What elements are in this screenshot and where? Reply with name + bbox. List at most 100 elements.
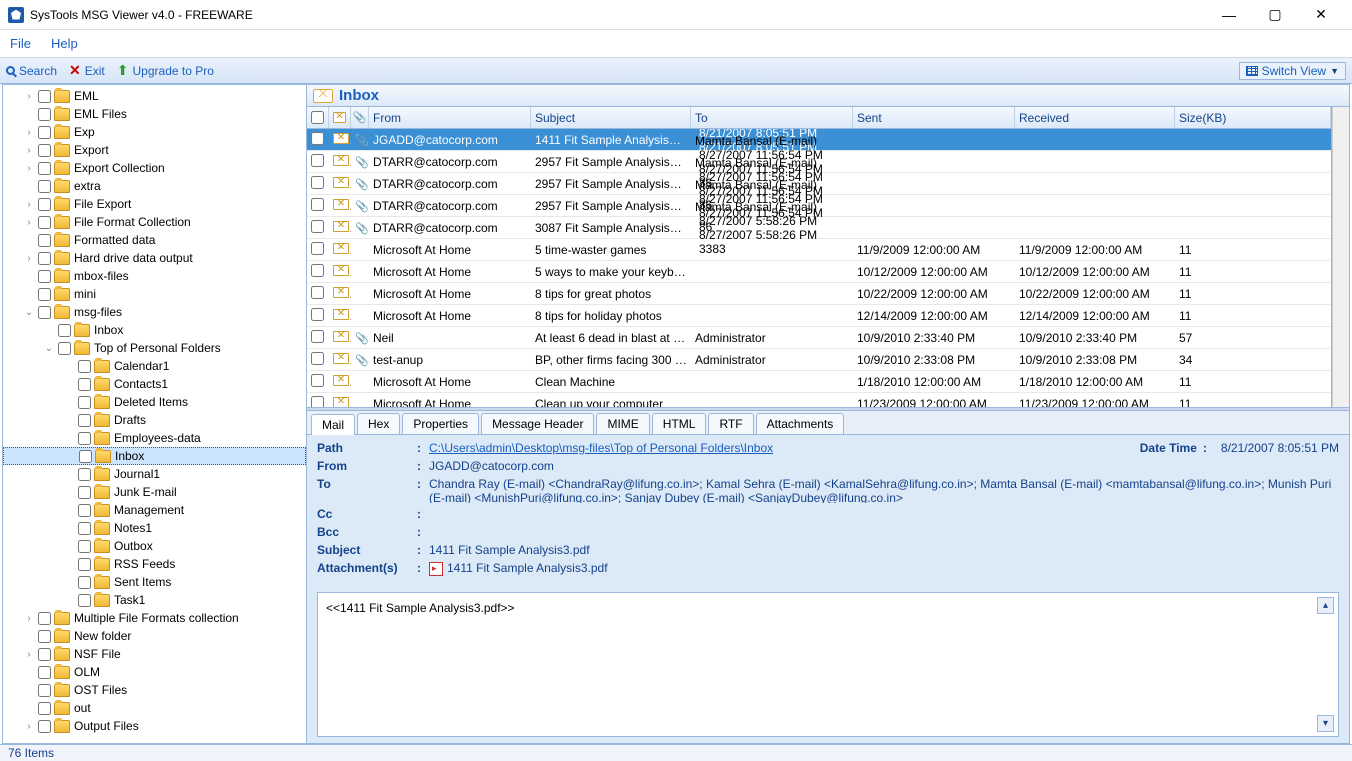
tree-node[interactable]: › Output Files [3, 717, 306, 735]
email-row[interactable]: Microsoft At Home 8 tips for great photo… [307, 283, 1331, 305]
tree-node[interactable]: Sent Items [3, 573, 306, 591]
expander-icon[interactable]: ⌄ [43, 343, 55, 354]
tree-node[interactable]: Task1 [3, 591, 306, 609]
tree-checkbox[interactable] [38, 306, 51, 319]
email-row[interactable]: Microsoft At Home Clean Machine 1/18/201… [307, 371, 1331, 393]
tree-node[interactable]: › EML [3, 87, 306, 105]
tab-attachments[interactable]: Attachments [756, 413, 845, 434]
tree-node[interactable]: Contacts1 [3, 375, 306, 393]
expander-icon[interactable]: › [23, 199, 35, 210]
expander-icon[interactable]: ⌄ [23, 307, 35, 318]
tree-node[interactable]: Formatted data [3, 231, 306, 249]
tree-checkbox[interactable] [38, 216, 51, 229]
row-checkbox[interactable] [311, 132, 324, 145]
tree-node[interactable]: › Export [3, 141, 306, 159]
tab-hex[interactable]: Hex [357, 413, 400, 434]
tree-node[interactable]: Deleted Items [3, 393, 306, 411]
row-checkbox[interactable] [311, 220, 324, 233]
expander-icon[interactable]: › [23, 253, 35, 264]
col-sent[interactable]: Sent [853, 107, 1015, 128]
tree-checkbox[interactable] [38, 108, 51, 121]
expander-icon[interactable]: › [23, 91, 35, 102]
tree-checkbox[interactable] [38, 144, 51, 157]
tree-node[interactable]: ⌄ msg-files [3, 303, 306, 321]
tree-checkbox[interactable] [38, 252, 51, 265]
tree-checkbox[interactable] [58, 342, 71, 355]
tree-node[interactable]: OST Files [3, 681, 306, 699]
tree-node[interactable]: ⌄ Top of Personal Folders [3, 339, 306, 357]
col-subject[interactable]: Subject [531, 107, 691, 128]
tree-checkbox[interactable] [78, 504, 91, 517]
exit-button[interactable]: ✕ Exit [69, 62, 105, 79]
search-button[interactable]: Search [6, 64, 57, 78]
tree-node[interactable]: › File Export [3, 195, 306, 213]
email-grid[interactable]: 📎 From Subject To Sent Received Size(KB)… [307, 107, 1332, 407]
upgrade-button[interactable]: ⬆ Upgrade to Pro [117, 62, 214, 79]
tree-node[interactable]: Inbox [3, 447, 306, 465]
tree-node[interactable]: › NSF File [3, 645, 306, 663]
close-button[interactable]: ✕ [1298, 0, 1344, 30]
tree-checkbox[interactable] [38, 288, 51, 301]
tree-node[interactable]: › Exp [3, 123, 306, 141]
tree-checkbox[interactable] [38, 612, 51, 625]
tree-checkbox[interactable] [38, 666, 51, 679]
email-row[interactable]: Microsoft At Home Clean up your computer… [307, 393, 1331, 407]
tree-node[interactable]: Drafts [3, 411, 306, 429]
expander-icon[interactable]: › [23, 721, 35, 732]
tree-node[interactable]: Journal1 [3, 465, 306, 483]
tree-checkbox[interactable] [38, 720, 51, 733]
tree-node[interactable]: › Hard drive data output [3, 249, 306, 267]
tree-checkbox[interactable] [78, 522, 91, 535]
tree-checkbox[interactable] [78, 360, 91, 373]
tree-node[interactable]: Notes1 [3, 519, 306, 537]
attachments-value[interactable]: 1411 Fit Sample Analysis3.pdf [429, 561, 1339, 576]
expander-icon[interactable]: › [23, 613, 35, 624]
tab-rtf[interactable]: RTF [708, 413, 753, 434]
col-from[interactable]: From [369, 107, 531, 128]
tree-checkbox[interactable] [78, 468, 91, 481]
tree-checkbox[interactable] [38, 90, 51, 103]
scroll-down-button[interactable]: ▾ [1317, 715, 1334, 732]
expander-icon[interactable]: › [23, 163, 35, 174]
tree-checkbox[interactable] [58, 324, 71, 337]
path-link[interactable]: C:\Users\admin\Desktop\msg-files\Top of … [429, 441, 773, 455]
tree-checkbox[interactable] [78, 396, 91, 409]
tree-checkbox[interactable] [38, 180, 51, 193]
tab-message-header[interactable]: Message Header [481, 413, 594, 434]
col-size[interactable]: Size(KB) [1175, 107, 1331, 128]
tree-checkbox[interactable] [78, 540, 91, 553]
tree-checkbox[interactable] [79, 450, 92, 463]
tree-node[interactable]: EML Files [3, 105, 306, 123]
tree-node[interactable]: OLM [3, 663, 306, 681]
maximize-button[interactable]: ▢ [1252, 0, 1298, 30]
tree-checkbox[interactable] [38, 630, 51, 643]
tree-node[interactable]: Outbox [3, 537, 306, 555]
tree-checkbox[interactable] [78, 432, 91, 445]
row-checkbox[interactable] [311, 308, 324, 321]
tree-checkbox[interactable] [38, 702, 51, 715]
tree-checkbox[interactable] [38, 270, 51, 283]
row-checkbox[interactable] [311, 198, 324, 211]
expander-icon[interactable]: › [23, 217, 35, 228]
expander-icon[interactable]: › [23, 649, 35, 660]
tab-mime[interactable]: MIME [596, 413, 649, 434]
tree-checkbox[interactable] [38, 648, 51, 661]
tree-node[interactable]: Inbox [3, 321, 306, 339]
grid-header[interactable]: 📎 From Subject To Sent Received Size(KB) [307, 107, 1331, 129]
tree-checkbox[interactable] [78, 558, 91, 571]
tree-checkbox[interactable] [78, 378, 91, 391]
tree-checkbox[interactable] [38, 234, 51, 247]
email-row[interactable]: Microsoft At Home 8 tips for holiday pho… [307, 305, 1331, 327]
tree-checkbox[interactable] [78, 486, 91, 499]
email-row[interactable]: 📎 DTARR@catocorp.com 3087 Fit Sample Ana… [307, 217, 1331, 239]
tab-properties[interactable]: Properties [402, 413, 479, 434]
tree-node[interactable]: New folder [3, 627, 306, 645]
tree-checkbox[interactable] [38, 198, 51, 211]
scroll-up-button[interactable]: ▴ [1317, 597, 1334, 614]
tree-checkbox[interactable] [38, 126, 51, 139]
row-checkbox[interactable] [311, 264, 324, 277]
expander-icon[interactable]: › [23, 127, 35, 138]
row-checkbox[interactable] [311, 352, 324, 365]
row-checkbox[interactable] [311, 396, 324, 408]
tree-node[interactable]: extra [3, 177, 306, 195]
